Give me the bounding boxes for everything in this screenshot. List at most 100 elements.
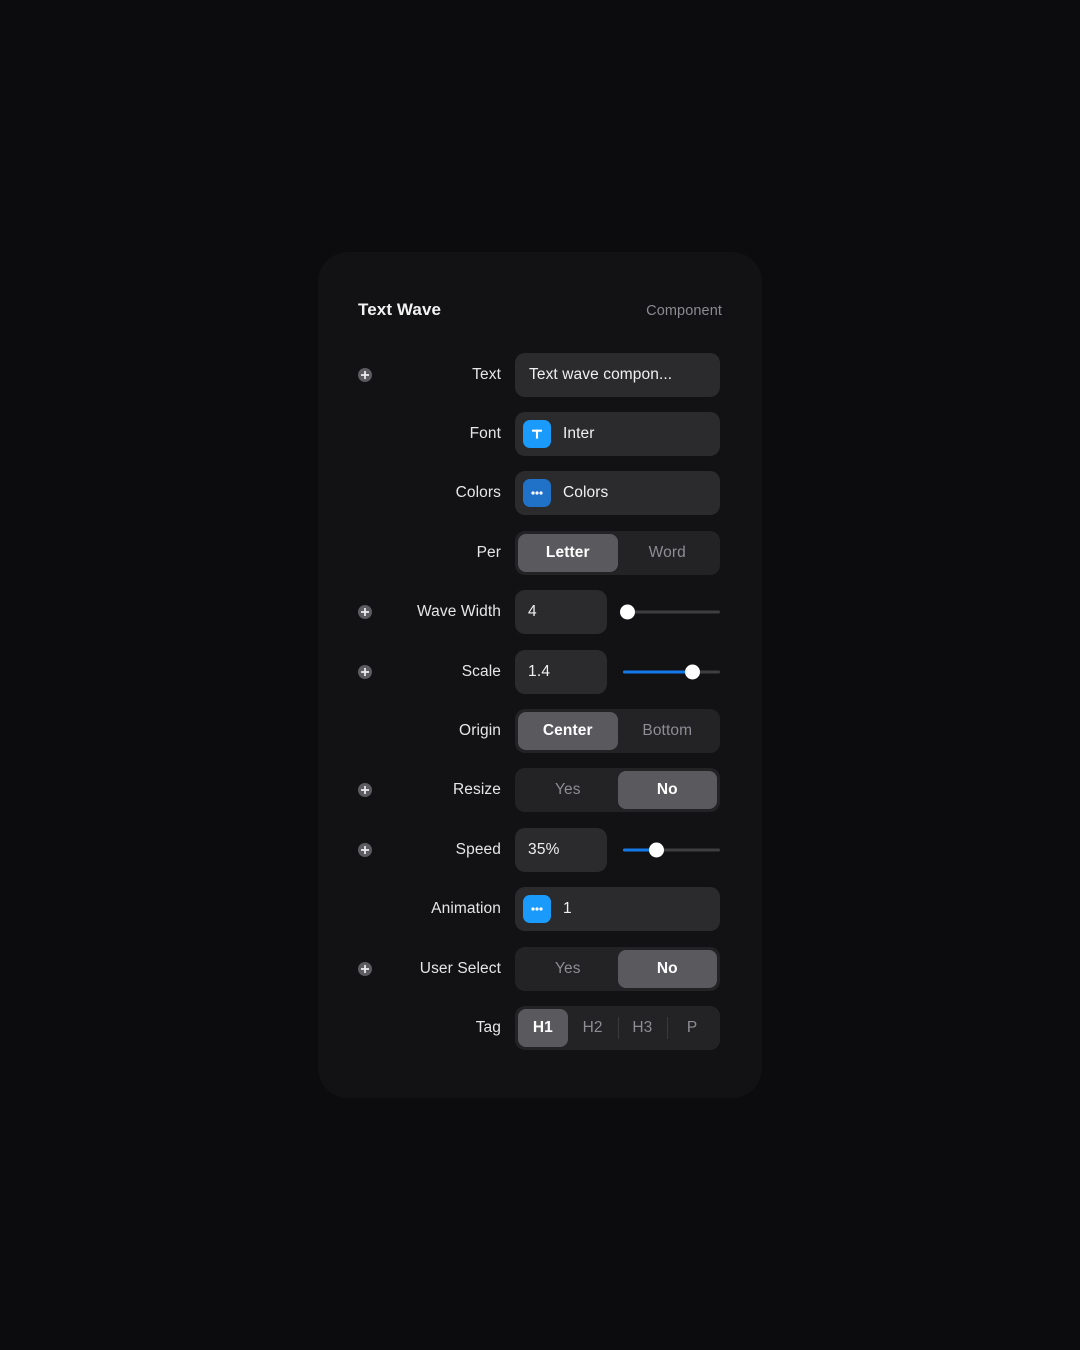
tag-segmented-control: H1 H2 H3 P — [515, 1005, 720, 1050]
row-per-control: Letter Word — [515, 523, 720, 582]
row-resize-label-zone: Resize — [318, 761, 515, 820]
wave-width-value: 4 — [528, 603, 537, 621]
scale-slider[interactable] — [623, 650, 720, 694]
add-icon[interactable] — [358, 367, 372, 382]
row-speed-label-zone: Speed — [318, 820, 515, 879]
screen: Text Wave Component Text Text wave compo… — [0, 0, 1080, 1350]
row-animation-label-zone: Animation — [318, 880, 515, 939]
row-font-label-zone: Font — [318, 404, 515, 463]
slider-knob[interactable] — [649, 842, 665, 858]
text-format-icon — [523, 420, 551, 449]
row-colors-label: Colors — [455, 484, 501, 502]
row-resize: Resize Yes No — [318, 761, 762, 820]
tag-option-h3[interactable]: H3 — [617, 1009, 668, 1047]
row-text: Text Text wave compon... — [318, 345, 762, 404]
add-icon[interactable] — [358, 664, 372, 679]
speed-slider[interactable] — [623, 828, 720, 872]
speed-input[interactable]: 35% — [515, 827, 607, 872]
per-segmented-control: Letter Word — [515, 530, 720, 575]
add-icon[interactable] — [358, 842, 372, 857]
font-value: Inter — [563, 425, 595, 443]
row-wave-width-label: Wave Width — [417, 603, 501, 621]
row-tag-label: Tag — [475, 1018, 501, 1036]
wave-width-input[interactable]: 4 — [515, 590, 607, 635]
add-icon[interactable] — [358, 961, 372, 976]
row-speed-control: 35% — [515, 820, 720, 879]
row-text-control: Text wave compon... — [515, 345, 720, 404]
resize-option-no[interactable]: No — [617, 771, 717, 810]
row-scale-label-zone: Scale — [318, 642, 515, 701]
scale-value: 1.4 — [528, 662, 551, 680]
row-speed-label: Speed — [455, 840, 501, 858]
row-tag: Tag H1 H2 H3 P — [318, 998, 762, 1057]
slider-track — [623, 610, 720, 614]
row-user-select-control: Yes No — [515, 939, 720, 998]
row-font-control: Inter — [515, 404, 720, 463]
resize-segmented-control: Yes No — [515, 768, 720, 813]
row-scale-control: 1.4 — [515, 642, 720, 701]
row-user-select-label: User Select — [419, 959, 501, 977]
row-tag-label-zone: Tag — [318, 998, 515, 1057]
row-tag-control: H1 H2 H3 P — [515, 998, 720, 1057]
slider-knob[interactable] — [685, 664, 701, 680]
speed-value: 35% — [528, 840, 560, 858]
add-icon[interactable] — [358, 605, 372, 620]
row-animation-label: Animation — [431, 900, 501, 918]
row-per: Per Letter Word — [318, 523, 762, 582]
origin-segmented-control: Center Bottom — [515, 709, 720, 754]
per-option-letter[interactable]: Letter — [518, 533, 618, 572]
user-select-option-no[interactable]: No — [617, 949, 717, 988]
font-picker[interactable]: Inter — [515, 412, 720, 457]
colors-value: Colors — [563, 484, 609, 502]
row-scale: Scale 1.4 — [318, 642, 762, 701]
tag-option-h1[interactable]: H1 — [518, 1008, 568, 1047]
row-font-label: Font — [469, 425, 501, 443]
per-option-word[interactable]: Word — [618, 534, 718, 572]
user-select-segmented-control: Yes No — [515, 946, 720, 991]
tag-option-h2[interactable]: H2 — [568, 1009, 618, 1047]
more-dots-icon — [523, 479, 551, 508]
page-title: Text Wave — [358, 300, 442, 319]
text-input[interactable]: Text wave compon... — [515, 352, 720, 397]
slider-fill — [623, 670, 693, 674]
user-select-option-yes[interactable]: Yes — [518, 950, 618, 988]
row-user-select: User Select Yes No — [318, 939, 762, 998]
row-resize-control: Yes No — [515, 761, 720, 820]
property-rows: Text Text wave compon... Font Inter Colo… — [318, 345, 762, 1058]
row-text-label: Text — [472, 365, 501, 383]
row-colors-label-zone: Colors — [318, 464, 515, 523]
slider-knob[interactable] — [620, 604, 636, 620]
text-input-value: Text wave compon... — [529, 365, 673, 383]
row-animation: Animation 1 — [318, 880, 762, 939]
row-per-label-zone: Per — [318, 523, 515, 582]
row-wave-width-control: 4 — [515, 583, 720, 642]
origin-option-center[interactable]: Center — [518, 712, 618, 751]
resize-option-yes[interactable]: Yes — [518, 771, 618, 809]
animation-picker[interactable]: 1 — [515, 887, 720, 932]
animation-value: 1 — [563, 900, 572, 918]
row-user-select-label-zone: User Select — [318, 939, 515, 998]
row-per-label: Per — [476, 543, 501, 561]
row-wave-width-label-zone: Wave Width — [318, 583, 515, 642]
add-icon[interactable] — [358, 783, 372, 798]
row-origin-control: Center Bottom — [515, 701, 720, 760]
scale-input[interactable]: 1.4 — [515, 649, 607, 694]
panel-header: Text Wave Component — [358, 300, 722, 326]
row-resize-label: Resize — [453, 781, 501, 799]
origin-option-bottom[interactable]: Bottom — [618, 712, 718, 750]
tag-option-p[interactable]: P — [667, 1009, 717, 1047]
row-origin: Origin Center Bottom — [318, 701, 762, 760]
row-origin-label-zone: Origin — [318, 701, 515, 760]
properties-panel: Text Wave Component Text Text wave compo… — [318, 252, 762, 1098]
row-font: Font Inter — [318, 404, 762, 463]
row-speed: Speed 35% — [318, 820, 762, 879]
panel-kind-label: Component — [646, 303, 722, 319]
row-colors-control: Colors — [515, 464, 720, 523]
more-dots-icon — [523, 895, 551, 924]
colors-picker[interactable]: Colors — [515, 471, 720, 516]
row-text-label-zone: Text — [318, 345, 515, 404]
wave-width-slider[interactable] — [620, 590, 720, 634]
row-scale-label: Scale — [461, 662, 501, 680]
row-colors: Colors Colors — [318, 464, 762, 523]
row-animation-control: 1 — [515, 880, 720, 939]
